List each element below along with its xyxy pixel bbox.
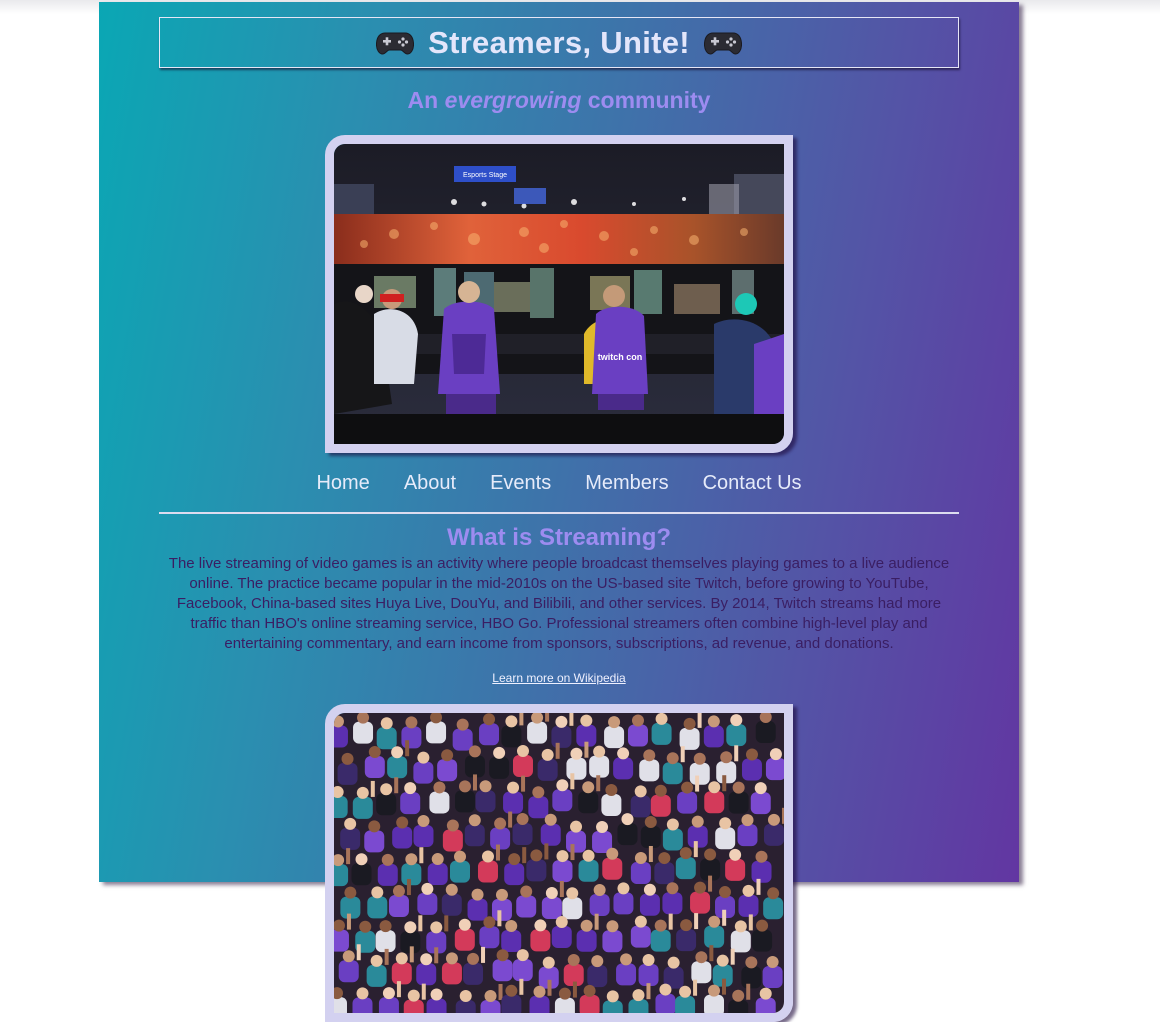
section-title: What is Streaming? [446, 524, 672, 551]
site-title: Streamers, Unite! [428, 24, 690, 60]
tagline: An evergrowing community [99, 87, 1019, 114]
nav-about[interactable]: About [404, 472, 456, 495]
header-banner: Streamers, Unite! [159, 17, 959, 68]
nav-home[interactable]: Home [316, 472, 369, 495]
section-body: The live streaming of video games is an … [168, 555, 950, 652]
nav-contact-us[interactable]: Contact Us [703, 472, 802, 495]
wikipedia-link[interactable]: Learn more on Wikipedia [492, 671, 625, 685]
tagline-suffix: community [587, 87, 711, 113]
page-container: Streamers, Unite! An evergrowing communi… [99, 2, 1019, 1022]
crowd-photo [334, 713, 784, 1013]
nav-divider [159, 512, 959, 514]
esports-arena-photo: Esports Stage twitch con [334, 144, 784, 444]
stage-banner-text: Esports Stage [463, 172, 507, 179]
gamepad-icon [376, 30, 415, 56]
hero-photo-frame: Esports Stage twitch con [325, 135, 793, 453]
gamepad-icon [703, 30, 742, 56]
crowd-photo-frame [325, 704, 793, 1022]
nav-events[interactable]: Events [490, 472, 551, 495]
main-nav: Home About Events Members Contact Us [99, 472, 1019, 495]
tagline-prefix: An [407, 87, 439, 113]
tagline-emphasis: evergrowing [444, 87, 582, 113]
chair-brand-text: twitch con [598, 352, 643, 362]
nav-members[interactable]: Members [585, 472, 668, 495]
wikipedia-link-wrapper: Learn more on Wikipedia [99, 671, 1019, 685]
